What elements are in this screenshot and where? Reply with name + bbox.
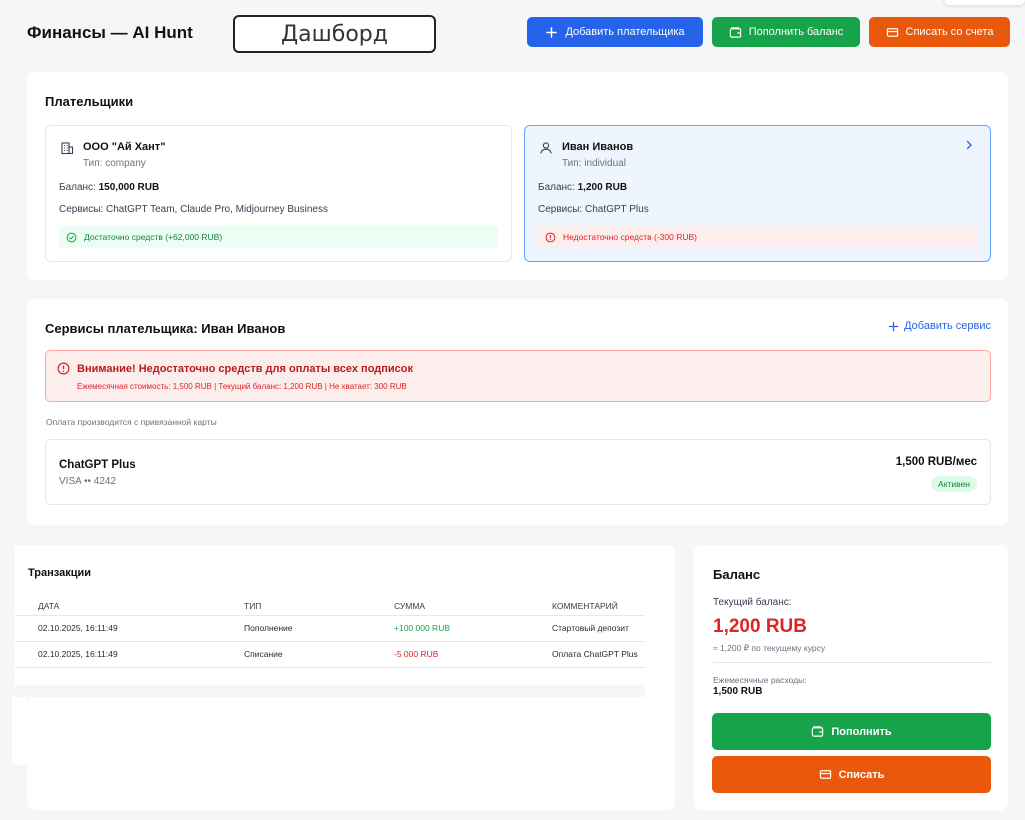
monthly-expenses-value: 1,500 RUB bbox=[713, 686, 763, 697]
wallet-icon bbox=[811, 725, 824, 738]
payer-services: Сервисы: ChatGPT Team, Claude Pro, Midjo… bbox=[59, 204, 328, 215]
tx-comment: Оплата ChatGPT Plus bbox=[552, 641, 645, 668]
payer-balance-label: Баланс: bbox=[59, 182, 96, 193]
payer-type: Тип: company bbox=[83, 158, 146, 169]
current-balance-label: Текущий баланс: bbox=[713, 597, 792, 608]
divider bbox=[713, 662, 991, 663]
transactions-title: Транзакции bbox=[28, 567, 92, 579]
tx-date: 02.10.2025, 16:11:49 bbox=[15, 615, 244, 642]
chevron-right-icon[interactable] bbox=[963, 139, 975, 151]
table-row[interactable]: 02.10.2025, 16:11:49 Пополнение +100 000… bbox=[15, 615, 645, 642]
column-header-comment: КОММЕНТАРИЙ bbox=[552, 597, 645, 616]
payer-services: Сервисы: ChatGPT Plus bbox=[538, 204, 649, 215]
top-up-balance-label: Пополнить баланс bbox=[748, 26, 844, 38]
top-up-label: Пополнить bbox=[831, 725, 892, 738]
column-header-amount: СУММА bbox=[394, 597, 552, 616]
add-service-link[interactable]: Добавить сервис bbox=[888, 320, 991, 332]
debit-button[interactable]: Списать bbox=[712, 756, 991, 793]
corner-chip bbox=[944, 0, 1025, 5]
payer-balance-label: Баланс: bbox=[538, 182, 575, 193]
plus-icon bbox=[545, 26, 558, 39]
subscription-price: 1,500 RUB/мес bbox=[895, 456, 977, 468]
services-section: Сервисы плательщика: Иван Иванов Добавит… bbox=[27, 299, 1008, 525]
transactions-section: Транзакции ДАТА ТИП СУММА КОММЕНТАРИЙ 02… bbox=[15, 545, 645, 685]
transactions-table: ДАТА ТИП СУММА КОММЕНТАРИЙ 02.10.2025, 1… bbox=[15, 597, 645, 668]
plus-icon bbox=[888, 321, 899, 332]
payer-status: Недостаточно средств (-300 RUB) bbox=[538, 226, 977, 248]
balance-approx: ≈ 1,200 ₽ по текущему курсу bbox=[713, 643, 826, 653]
subscription-item[interactable]: ChatGPT Plus VISA •• 4242 1,500 RUB/мес … bbox=[45, 439, 991, 505]
table-row[interactable]: 02.10.2025, 16:11:49 Списание -5 000 RUB… bbox=[15, 641, 645, 668]
payers-section: Плательщики ООО "Ай Хант" Тип: company Б… bbox=[27, 72, 1008, 280]
subscription-card: VISA •• 4242 bbox=[59, 476, 117, 487]
payer-status-text: Достаточно средств (+62,000 RUB) bbox=[84, 232, 223, 242]
building-icon bbox=[60, 141, 74, 155]
tx-amount: -5 000 RUB bbox=[394, 641, 552, 668]
balance-section: Баланс Текущий баланс: 1,200 RUB ≈ 1,200… bbox=[694, 545, 1008, 810]
table-header-row: ДАТА ТИП СУММА КОММЕНТАРИЙ bbox=[15, 597, 645, 616]
debit-label: Списать bbox=[838, 768, 885, 781]
payer-card-company[interactable]: ООО "Ай Хант" Тип: company Баланс: 150,0… bbox=[45, 125, 512, 262]
payer-status: Достаточно средств (+62,000 RUB) bbox=[59, 226, 498, 248]
payer-balance-value: 1,200 RUB bbox=[577, 182, 628, 193]
credit-card-icon bbox=[886, 26, 899, 39]
user-icon bbox=[539, 141, 553, 155]
payer-balance: Баланс: 150,000 RUB bbox=[59, 182, 159, 193]
payer-status-text: Недостаточно средств (-300 RUB) bbox=[563, 232, 697, 242]
balance-title: Баланс bbox=[713, 567, 761, 582]
tx-amount: +100 000 RUB bbox=[394, 615, 552, 642]
app-title: Финансы — AI Hunt bbox=[27, 23, 193, 42]
add-payer-label: Добавить плательщика bbox=[565, 26, 685, 38]
monthly-expenses-label: Ежемесячные расходы: bbox=[713, 675, 807, 685]
tx-type: Пополнение bbox=[244, 615, 394, 642]
alert-title: Внимание! Недостаточно средств для оплат… bbox=[77, 363, 414, 375]
tx-comment: Стартовый депозит bbox=[552, 615, 645, 642]
column-header-type: ТИП bbox=[244, 597, 394, 616]
wallet-icon bbox=[729, 26, 742, 39]
alert-circle-icon bbox=[545, 232, 556, 243]
check-circle-icon bbox=[66, 232, 77, 243]
panel-strip bbox=[12, 697, 27, 765]
debit-account-button[interactable]: Списать со счета bbox=[869, 17, 1010, 47]
payer-balance-value: 150,000 RUB bbox=[98, 182, 160, 193]
add-payer-button[interactable]: Добавить плательщика bbox=[527, 17, 703, 47]
insufficient-funds-alert: Внимание! Недостаточно средств для оплат… bbox=[45, 350, 991, 402]
payer-type: Тип: individual bbox=[562, 158, 626, 169]
empty-panel bbox=[27, 697, 675, 810]
tx-type: Списание bbox=[244, 641, 394, 668]
payer-card-individual[interactable]: Иван Иванов Тип: individual Баланс: 1,20… bbox=[524, 125, 991, 262]
top-up-balance-button[interactable]: Пополнить баланс bbox=[712, 17, 860, 47]
tx-date: 02.10.2025, 16:11:49 bbox=[15, 641, 244, 668]
payment-note: Оплата производится с привязанной карты bbox=[46, 417, 217, 427]
subscription-name: ChatGPT Plus bbox=[59, 459, 136, 471]
payers-title: Плательщики bbox=[45, 94, 134, 109]
credit-card-icon bbox=[819, 768, 832, 781]
payer-balance: Баланс: 1,200 RUB bbox=[538, 182, 627, 193]
status-badge: Активен bbox=[931, 476, 977, 492]
add-service-label: Добавить сервис bbox=[904, 320, 991, 332]
current-balance-value: 1,200 RUB bbox=[713, 616, 807, 637]
payer-name: Иван Иванов bbox=[562, 141, 634, 153]
payer-name: ООО "Ай Хант" bbox=[83, 141, 166, 153]
alert-circle-icon bbox=[57, 362, 70, 375]
debit-account-label: Списать со счета bbox=[905, 26, 994, 38]
dashboard-label: Дашборд bbox=[233, 15, 436, 53]
column-header-date: ДАТА bbox=[15, 597, 244, 616]
services-title: Сервисы плательщика: Иван Иванов bbox=[45, 321, 286, 336]
top-up-button[interactable]: Пополнить bbox=[712, 713, 991, 750]
alert-details: Ежемесячная стоимость: 1,500 RUB | Текущ… bbox=[77, 382, 407, 391]
